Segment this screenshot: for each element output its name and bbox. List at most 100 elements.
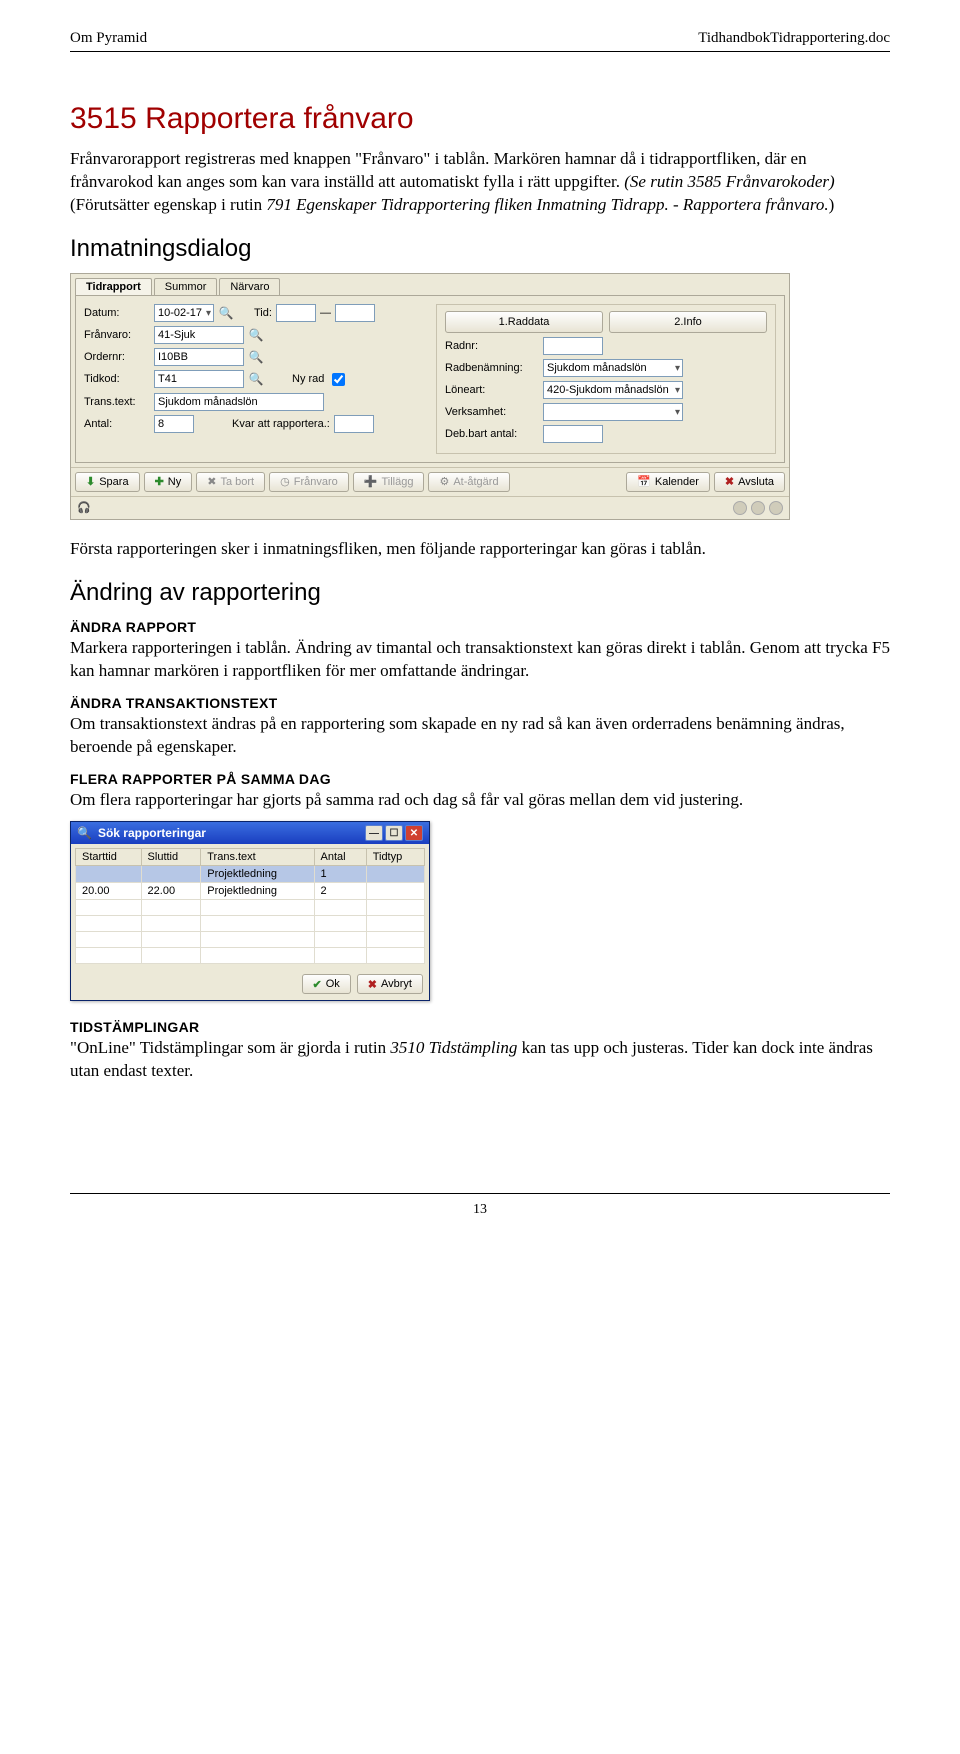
action-icon: ⚙	[439, 475, 449, 488]
input-antal[interactable]: 8	[154, 415, 194, 433]
table-cell	[366, 866, 424, 883]
table-cell	[366, 948, 424, 964]
left-column: Datum: 10-02-17 🔍 Tid: — Frånvaro: 41-Sj…	[84, 304, 424, 454]
tidst-b: 3510 Tidstämpling	[390, 1038, 517, 1057]
input-tidkod[interactable]: T41	[154, 370, 244, 388]
avsluta-button-label: Avsluta	[738, 476, 774, 488]
heading-andring: Ändring av rapportering	[70, 579, 890, 607]
header-right: TidhandbokTidrapportering.doc	[698, 30, 890, 47]
input-loneart[interactable]: 420-Sjukdom månadslön	[543, 381, 683, 399]
col-starttid[interactable]: Starttid	[76, 849, 142, 866]
flera-text: Om flera rapporteringar har gjorts på sa…	[70, 789, 890, 812]
tab-panel: Datum: 10-02-17 🔍 Tid: — Frånvaro: 41-Sj…	[75, 295, 785, 463]
inmatnings-dialog: Tidrapport Summor Närvaro Datum: 10-02-1…	[70, 273, 790, 520]
raddata-button-label: 1.Raddata	[499, 316, 550, 328]
spara-button[interactable]: ⬇Spara	[75, 472, 140, 492]
ok-button-label: Ok	[326, 978, 340, 990]
search-icon[interactable]: 🔍	[248, 326, 264, 344]
atgard-button-label: At-åtgärd	[453, 476, 498, 488]
input-kvar[interactable]	[334, 415, 374, 433]
input-radbenamning[interactable]: Sjukdom månadslön	[543, 359, 683, 377]
avsluta-button[interactable]: ✖Avsluta	[714, 472, 785, 492]
search-icon[interactable]: 🔍	[248, 370, 264, 388]
heading-tidstamplingar: TIDSTÄMPLINGAR	[70, 1019, 890, 1035]
tidstamplingar-text: "OnLine" Tidstämplingar som är gjorda i …	[70, 1037, 890, 1083]
table-row[interactable]: Projektledning1	[76, 866, 425, 883]
input-franvaro[interactable]: 41-Sjuk	[154, 326, 244, 344]
titlebar: 🔍 Sök rapporteringar — ☐ ✕	[71, 822, 429, 844]
table-cell	[76, 932, 142, 948]
col-tidtyp[interactable]: Tidtyp	[366, 849, 424, 866]
status-bar: 🎧	[71, 496, 789, 519]
ny-button[interactable]: ✚Ny	[144, 472, 193, 492]
table-cell	[366, 932, 424, 948]
table-row[interactable]	[76, 932, 425, 948]
input-verksamhet[interactable]	[543, 403, 683, 421]
tillagg-button[interactable]: ➕Tillägg	[353, 472, 425, 492]
table-cell	[314, 916, 366, 932]
window-close-button[interactable]: ✕	[405, 825, 423, 841]
andra-rapport-text: Markera rapporteringen i tablån. Ändring…	[70, 637, 890, 683]
table-cell: 20.00	[76, 883, 142, 900]
heading-inmatningsdialog: Inmatningsdialog	[70, 235, 890, 263]
input-transtext[interactable]: Sjukdom månadslön	[154, 393, 324, 411]
input-tid-to[interactable]	[335, 304, 375, 322]
delete-icon: ✖	[207, 475, 216, 488]
cancel-icon: ✖	[368, 978, 377, 991]
tillagg-button-label: Tillägg	[381, 476, 413, 488]
table-cell: 1	[314, 866, 366, 883]
input-datum[interactable]: 10-02-17	[154, 304, 214, 322]
checkbox-nyrad[interactable]	[332, 373, 345, 386]
input-radnr[interactable]	[543, 337, 603, 355]
minimize-button[interactable]: —	[365, 825, 383, 841]
intro-c: (Förutsätter egenskap i rutin	[70, 195, 266, 214]
table-cell	[366, 883, 424, 900]
page-number: 13	[70, 1202, 890, 1218]
col-transtext[interactable]: Trans.text	[201, 849, 314, 866]
status-dot	[769, 501, 783, 515]
avbryt-button-label: Avbryt	[381, 978, 412, 990]
table-row[interactable]: 20.0022.00Projektledning2	[76, 883, 425, 900]
info-button[interactable]: 2.Info	[609, 311, 767, 333]
table-cell: Projektledning	[201, 866, 314, 883]
col-antal[interactable]: Antal	[314, 849, 366, 866]
heading-flera: FLERA RAPPORTER PÅ SAMMA DAG	[70, 771, 890, 787]
status-dot	[733, 501, 747, 515]
input-ordernr[interactable]: I10BB	[154, 348, 244, 366]
heading-andra-rapport: ÄNDRA RAPPORT	[70, 619, 890, 635]
table-cell	[76, 900, 142, 916]
table-row[interactable]	[76, 900, 425, 916]
col-sluttid[interactable]: Sluttid	[141, 849, 201, 866]
kalender-button-label: Kalender	[655, 476, 699, 488]
tab-narvaro[interactable]: Närvaro	[219, 278, 280, 295]
avbryt-button[interactable]: ✖ Avbryt	[357, 974, 423, 994]
right-column: 1.Raddata 2.Info Radnr: Radbenämning: Sj…	[436, 304, 776, 454]
table-cell	[314, 900, 366, 916]
label-radnr: Radnr:	[445, 340, 539, 352]
table-cell	[141, 916, 201, 932]
table-row[interactable]	[76, 948, 425, 964]
kalender-button[interactable]: 📅Kalender	[626, 472, 710, 492]
table-row[interactable]	[76, 916, 425, 932]
after-dialog1-text: Första rapporteringen sker i inmatningsf…	[70, 538, 890, 561]
maximize-button[interactable]: ☐	[385, 825, 403, 841]
atgard-button[interactable]: ⚙ At-åtgärd	[428, 472, 509, 492]
new-icon: ✚	[155, 475, 164, 488]
input-debant[interactable]	[543, 425, 603, 443]
label-tid: Tid:	[254, 307, 272, 319]
check-icon: ✔	[313, 978, 322, 991]
tab-summor[interactable]: Summor	[154, 278, 218, 295]
franvaro-button[interactable]: ◷Frånvaro	[269, 472, 349, 492]
tidst-a: "OnLine" Tidstämplingar som är gjorda i …	[70, 1038, 390, 1057]
search-icon[interactable]: 🔍	[218, 304, 234, 322]
raddata-button[interactable]: 1.Raddata	[445, 311, 603, 333]
input-tid-from[interactable]	[276, 304, 316, 322]
tab-tidrapport[interactable]: Tidrapport	[75, 278, 152, 295]
results-table: Starttid Sluttid Trans.text Antal Tidtyp…	[75, 848, 425, 964]
ok-button[interactable]: ✔ Ok	[302, 974, 351, 994]
label-franvaro: Frånvaro:	[84, 329, 150, 341]
search-icon[interactable]: 🔍	[248, 348, 264, 366]
label-nyrad: Ny rad	[292, 373, 324, 385]
tabort-button[interactable]: ✖Ta bort	[196, 472, 265, 492]
table-cell	[141, 948, 201, 964]
